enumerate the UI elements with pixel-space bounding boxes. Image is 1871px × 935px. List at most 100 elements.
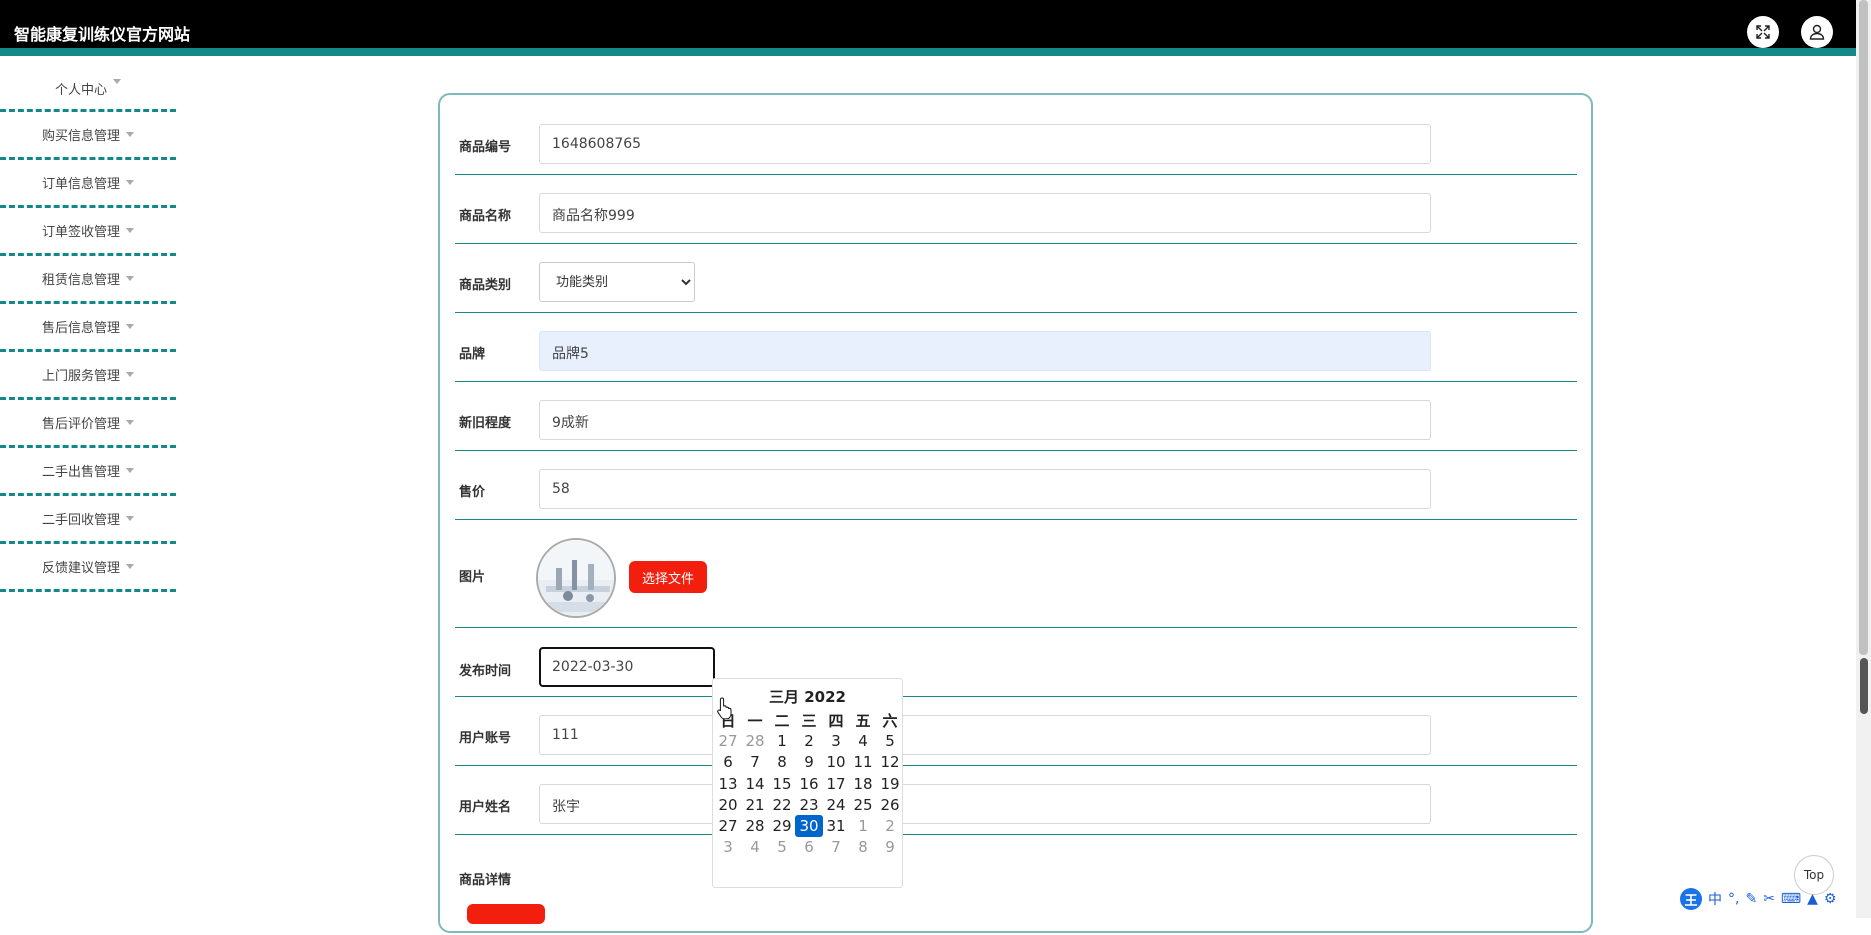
category-select[interactable]: 功能类别 [539, 262, 695, 302]
caret-down-icon [126, 372, 134, 377]
datepicker-day[interactable]: 2 [795, 730, 823, 752]
details-upload-button[interactable] [467, 904, 545, 924]
product-name-label: 商品名称 [459, 209, 512, 224]
datepicker-day[interactable]: 19 [876, 773, 904, 795]
datepicker-day[interactable]: 1 [849, 815, 877, 837]
datepicker-day[interactable]: 28 [741, 730, 769, 752]
caret-down-icon [126, 468, 134, 473]
datepicker-day[interactable]: 7 [822, 836, 850, 858]
sidebar-item-profile[interactable]: 个人中心 [0, 68, 176, 112]
fullscreen-button[interactable] [1747, 16, 1779, 48]
datepicker-day[interactable]: 26 [876, 794, 904, 816]
user-account-label: 用户账号 [459, 731, 512, 746]
datepicker-day[interactable]: 22 [768, 794, 796, 816]
datepicker-day[interactable]: 11 [849, 751, 877, 773]
datepicker-day[interactable]: 6 [714, 751, 742, 773]
datepicker-day[interactable]: 6 [795, 836, 823, 858]
datepicker-day[interactable]: 1 [768, 730, 796, 752]
price-input[interactable]: 58 [539, 469, 1431, 509]
publish-time-label: 发布时间 [459, 664, 512, 679]
ime-logo-icon[interactable]: 王 [1680, 888, 1702, 910]
pen-icon[interactable]: ✎ [1745, 891, 1757, 907]
brand-input[interactable]: 品牌5 [539, 331, 1431, 371]
condition-input[interactable]: 9成新 [539, 400, 1431, 440]
scissors-icon[interactable]: ✂ [1763, 891, 1775, 907]
datepicker-day-selected[interactable]: 30 [795, 815, 823, 837]
datepicker-day[interactable]: 7 [741, 751, 769, 773]
sidebar-item-second-hand-sale[interactable]: 二手出售管理 [0, 448, 176, 496]
datepicker-day[interactable]: 5 [768, 836, 796, 858]
price-label: 售价 [459, 485, 486, 500]
datepicker-day[interactable]: 27 [714, 730, 742, 752]
skin-icon[interactable]: ▲ [1807, 891, 1818, 907]
caret-down-icon [126, 228, 134, 233]
choose-file-button[interactable]: 选择文件 [629, 561, 707, 593]
datepicker-day[interactable]: 14 [741, 773, 769, 795]
form-row-product-no: 商品编号 1648608765 [455, 95, 1577, 175]
scrollbar-thumb[interactable] [1859, 0, 1868, 655]
product-name-input[interactable]: 商品名称999 [539, 193, 1431, 233]
ime-mode-toggle[interactable]: 中 [1708, 889, 1722, 909]
settings-icon[interactable]: ⚙ [1824, 891, 1837, 907]
product-no-input[interactable]: 1648608765 [539, 124, 1431, 164]
datepicker-day[interactable]: 24 [822, 794, 850, 816]
datepicker-day[interactable]: 21 [741, 794, 769, 816]
datepicker-day[interactable]: 28 [741, 815, 769, 837]
datepicker-day[interactable]: 27 [714, 815, 742, 837]
navbar-accent-bar [0, 48, 1856, 56]
caret-down-icon [126, 324, 134, 329]
scrollbar-handle[interactable] [1860, 658, 1868, 714]
sidebar-item-second-hand-recycle[interactable]: 二手回收管理 [0, 496, 176, 544]
user-name-input[interactable]: 张宇 [539, 784, 1431, 824]
sidebar-item-order-receipt[interactable]: 订单签收管理 [0, 208, 176, 256]
product-no-label: 商品编号 [459, 140, 512, 155]
sidebar-item-reviews[interactable]: 售后评价管理 [0, 400, 176, 448]
publish-time-input[interactable]: 2022-03-30 [539, 647, 715, 687]
datepicker-day[interactable]: 4 [849, 730, 877, 752]
image-label: 图片 [459, 570, 486, 585]
product-image-thumbnail[interactable] [536, 538, 616, 618]
datepicker-day[interactable]: 9 [876, 836, 904, 858]
form-row-product-name: 商品名称 商品名称999 [455, 175, 1577, 244]
datepicker-day[interactable]: 9 [795, 751, 823, 773]
datepicker-day[interactable]: 8 [768, 751, 796, 773]
sidebar-item-after-sales[interactable]: 售后信息管理 [0, 304, 176, 352]
datepicker-day[interactable]: 8 [849, 836, 877, 858]
sidebar-item-orders[interactable]: 订单信息管理 [0, 160, 176, 208]
sidebar-item-home-service[interactable]: 上门服务管理 [0, 352, 176, 400]
sidebar-item-feedback[interactable]: 反馈建议管理 [0, 544, 176, 592]
datepicker-day[interactable]: 3 [822, 730, 850, 752]
expand-icon [1756, 25, 1770, 39]
user-icon [1809, 24, 1825, 40]
keyboard-icon[interactable]: ⌨ [1781, 891, 1801, 907]
datepicker-day[interactable]: 4 [741, 836, 769, 858]
datepicker-caption: 三月 2022 [769, 688, 846, 706]
form-row-image: 图片 [455, 520, 1577, 628]
datepicker-day[interactable]: 12 [876, 751, 904, 773]
sidebar-item-purchase[interactable]: 购买信息管理 [0, 112, 176, 160]
caret-down-icon [126, 180, 134, 185]
datepicker-day[interactable]: 16 [795, 773, 823, 795]
datepicker-day[interactable]: 18 [849, 773, 877, 795]
site-title[interactable]: 智能康复训练仪官方网站 [14, 21, 190, 45]
sidebar-item-lease[interactable]: 租赁信息管理 [0, 256, 176, 304]
user-account-input[interactable]: 111 [539, 715, 1431, 755]
form-row-user-name: 用户姓名 张宇 [455, 766, 1577, 835]
datepicker-day[interactable]: 20 [714, 794, 742, 816]
datepicker-day[interactable]: 31 [822, 815, 850, 837]
datepicker-day[interactable]: 17 [822, 773, 850, 795]
datepicker-day[interactable]: 13 [714, 773, 742, 795]
brand-label: 品牌 [459, 347, 486, 362]
datepicker-day[interactable]: 5 [876, 730, 904, 752]
datepicker-day[interactable]: 3 [714, 836, 742, 858]
user-menu-button[interactable] [1801, 16, 1833, 48]
datepicker-day[interactable]: 2 [876, 815, 904, 837]
datepicker-day[interactable]: 23 [795, 794, 823, 816]
datepicker-day[interactable]: 25 [849, 794, 877, 816]
datepicker-day[interactable]: 10 [822, 751, 850, 773]
form-row-user-account: 用户账号 111 [455, 697, 1577, 766]
form-row-publish-time: 发布时间 2022-03-30 [455, 628, 1577, 697]
punctuation-icon[interactable]: °, [1728, 891, 1739, 907]
datepicker-day[interactable]: 29 [768, 815, 796, 837]
datepicker-day[interactable]: 15 [768, 773, 796, 795]
